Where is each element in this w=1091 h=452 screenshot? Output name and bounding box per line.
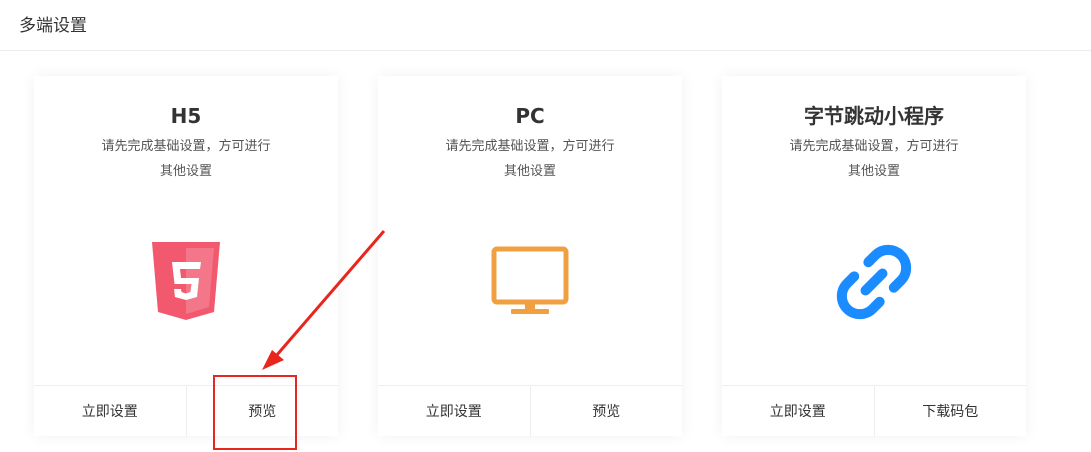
card-bytedance-miniprogram: 字节跳动小程序 请先完成基础设置，方可进行 其他设置 立即设置 下载码包	[722, 76, 1026, 436]
html5-icon	[152, 242, 220, 324]
card-title: PC	[515, 104, 545, 128]
setup-now-button[interactable]: 立即设置	[378, 386, 530, 436]
setup-now-button[interactable]: 立即设置	[34, 386, 186, 436]
card-title: H5	[170, 104, 202, 128]
card-description: 请先完成基础设置，方可进行 其他设置	[789, 139, 959, 179]
monitor-icon	[491, 246, 569, 320]
card-description: 请先完成基础设置，方可进行 其他设置	[101, 139, 271, 179]
download-package-button[interactable]: 下载码包	[873, 386, 1027, 436]
card-footer: 立即设置 预览	[34, 385, 338, 436]
card-title: 字节跳动小程序	[804, 104, 944, 128]
card-footer: 立即设置 预览	[378, 385, 682, 436]
card-footer: 立即设置 下载码包	[722, 385, 1026, 436]
preview-button[interactable]: 预览	[185, 386, 339, 436]
card-description: 请先完成基础设置，方可进行 其他设置	[445, 139, 615, 179]
page-header: 多端设置	[0, 0, 1091, 51]
preview-button[interactable]: 预览	[529, 386, 683, 436]
link-icon	[834, 242, 914, 326]
card-h5: H5 请先完成基础设置，方可进行 其他设置 立即设置 预览	[34, 76, 338, 436]
card-pc: PC 请先完成基础设置，方可进行 其他设置 立即设置 预览	[378, 76, 682, 436]
page-title: 多端设置	[19, 16, 87, 36]
setup-now-button[interactable]: 立即设置	[722, 386, 874, 436]
